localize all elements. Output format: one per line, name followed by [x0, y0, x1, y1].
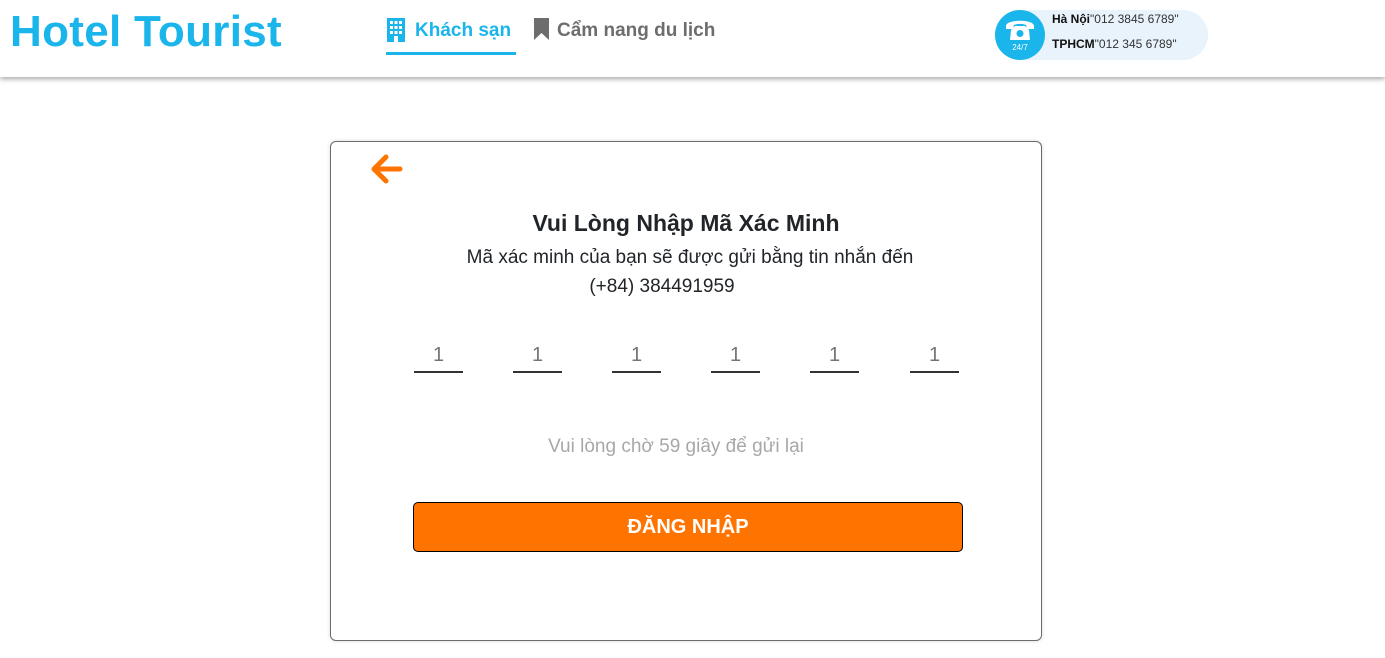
phone-icon	[1006, 20, 1034, 40]
otp-digit-2[interactable]	[513, 340, 562, 373]
support-hours: 24/7	[1012, 43, 1028, 52]
hotline-hanoi: Hà Nội"012 3845 6789"	[1052, 12, 1179, 26]
building-icon	[386, 17, 406, 43]
nav-item-label: Khách sạn	[415, 20, 512, 41]
hotline-city: TPHCM	[1052, 37, 1095, 51]
hotline-hcmc: TPHCM"012 345 6789"	[1052, 37, 1177, 51]
hotline-city: Hà Nội	[1052, 12, 1091, 26]
nav-item-hotels[interactable]: Khách sạn	[386, 16, 517, 55]
verification-instructions: Mã xác minh của bạn sẽ được gửi bằng tin…	[466, 247, 914, 268]
hotline-box[interactable]: 24/7 Hà Nội"012 3845 6789" TPHCM"012 345…	[995, 10, 1208, 60]
verification-card: Vui Lòng Nhập Mã Xác Minh Mã xác minh củ…	[330, 141, 1042, 641]
otp-digit-3[interactable]	[612, 340, 661, 373]
hotline-number: "012 345 6789"	[1094, 37, 1177, 51]
otp-digit-5[interactable]	[810, 340, 859, 373]
site-logo[interactable]: Hotel Tourist	[10, 6, 282, 58]
phone-number: (+84) 384491959	[589, 276, 735, 297]
page-title: Vui Lòng Nhập Mã Xác Minh	[532, 210, 840, 236]
hotline-number: "012 3845 6789"	[1090, 12, 1179, 26]
nav-item-travel-guide[interactable]: Cẩm nang du lịch	[533, 16, 715, 52]
hotline-badge: 24/7	[995, 10, 1045, 60]
login-button[interactable]: ĐĂNG NHẬP	[413, 502, 963, 552]
resend-countdown: Vui lòng chờ 59 giây để gửi lại	[548, 436, 804, 457]
bookmark-icon	[533, 17, 550, 43]
arrow-left-icon[interactable]	[369, 151, 405, 187]
otp-digit-6[interactable]	[910, 340, 959, 373]
site-header: Hotel Tourist Khách sạn Cẩm nang du lịch…	[0, 0, 1385, 77]
nav-item-label: Cẩm nang du lịch	[557, 20, 716, 41]
otp-digit-4[interactable]	[711, 340, 760, 373]
otp-digit-1[interactable]	[414, 340, 463, 373]
